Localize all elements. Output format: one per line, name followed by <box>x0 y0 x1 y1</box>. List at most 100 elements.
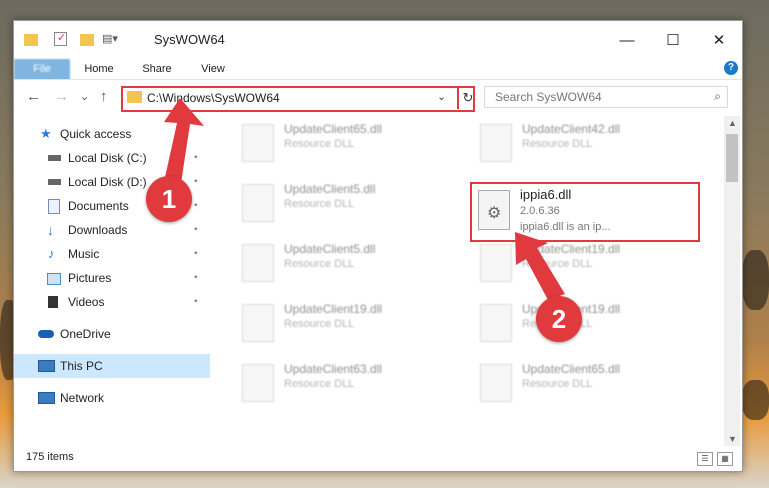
maximize-button[interactable]: ☐ <box>650 21 696 59</box>
title-bar: ✓ ▤▾ SysWOW64 — ☐ ✕ <box>14 21 742 59</box>
sidebar-item-pictures[interactable]: Pictures ▪ <box>14 266 210 290</box>
list-item[interactable]: UpdateClient19.dll Resource DLL <box>480 300 700 346</box>
file-list: UpdateClient65.dll Resource DLL UpdateCl… <box>222 116 727 441</box>
file-type: Resource DLL <box>522 378 593 390</box>
status-bar: 175 items ☰ ▦ <box>14 447 742 471</box>
scroll-thumb[interactable] <box>726 134 738 182</box>
folder-icon <box>127 91 142 103</box>
sidebar-item-label: Downloads <box>68 223 128 237</box>
drive-icon <box>48 155 61 161</box>
step-2-badge: 2 <box>536 296 582 342</box>
dll-file-icon <box>480 244 512 282</box>
file-name: UpdateClient5.dll <box>284 182 376 196</box>
search-box[interactable]: Search SysWOW64 ⌕ <box>484 86 728 108</box>
music-icon: ♪ <box>48 246 55 261</box>
sidebar-item-label: This PC <box>60 359 103 373</box>
pin-icon[interactable]: ▪ <box>194 146 198 170</box>
address-bar[interactable]: C:\Windows\SysWOW64 ⌄ ↻ <box>121 86 475 112</box>
download-icon: ↓ <box>47 222 54 238</box>
file-type: Resource DLL <box>284 318 355 330</box>
list-item[interactable]: UpdateClient5.dll Resource DLL <box>242 240 462 286</box>
sidebar-item-network[interactable]: Network <box>14 386 210 410</box>
sidebar-item-label: Local Disk (D:) <box>68 175 147 189</box>
sidebar-item-label: Local Disk (C:) <box>68 151 147 165</box>
scroll-up-icon[interactable]: ▲ <box>728 118 737 128</box>
dll-file-icon <box>242 184 274 222</box>
large-icons-view-icon[interactable]: ▦ <box>717 452 733 466</box>
new-folder-icon[interactable] <box>80 34 94 46</box>
up-button[interactable]: ↑ <box>100 88 108 105</box>
forward-button[interactable]: → <box>54 88 69 105</box>
file-description: ippia6.dll is an ip... <box>520 221 611 233</box>
file-type: Resource DLL <box>522 138 593 150</box>
sidebar-item-this-pc[interactable]: This PC <box>14 354 210 378</box>
close-button[interactable]: ✕ <box>696 21 742 59</box>
sidebar-item-label: Pictures <box>68 271 112 285</box>
scroll-down-icon[interactable]: ▼ <box>728 434 737 444</box>
sidebar-item-quick-access[interactable]: ★ Quick access <box>14 122 210 146</box>
file-name: ippia6.dll <box>520 187 572 202</box>
list-item[interactable]: UpdateClient19.dll Resource DLL <box>480 240 700 286</box>
recent-locations-button[interactable]: ⌄ <box>80 90 89 103</box>
tab-share[interactable]: Share <box>134 59 180 79</box>
vertical-scrollbar[interactable]: ▲ ▼ <box>724 116 740 446</box>
address-dropdown-icon[interactable]: ⌄ <box>437 90 446 103</box>
file-type: Resource DLL <box>284 378 355 390</box>
ribbon-tabs: File Home Share View ? <box>14 59 742 105</box>
list-item[interactable]: UpdateClient19.dll Resource DLL <box>242 300 462 346</box>
file-version: 2.0.6.36 <box>520 205 560 217</box>
pin-icon[interactable]: ▪ <box>194 266 198 290</box>
dll-file-icon <box>480 364 512 402</box>
help-icon[interactable]: ? <box>724 61 738 75</box>
sidebar-item-label: Network <box>60 391 105 405</box>
list-item[interactable]: UpdateClient42.dll Resource DLL <box>480 120 700 166</box>
dll-file-icon: ⚙ <box>478 190 510 230</box>
dll-file-icon <box>480 124 512 162</box>
computer-icon <box>38 360 55 372</box>
network-icon <box>38 392 55 404</box>
file-name: UpdateClient19.dll <box>284 302 383 316</box>
details-view-icon[interactable]: ☰ <box>697 452 713 466</box>
sidebar-item-music[interactable]: ♪ Music ▪ <box>14 242 210 266</box>
sidebar-item-videos[interactable]: Videos ▪ <box>14 290 210 314</box>
dll-file-icon <box>242 364 274 402</box>
pin-icon[interactable]: ▪ <box>194 218 198 242</box>
search-input[interactable]: Search SysWOW64 <box>495 90 602 104</box>
list-item[interactable]: UpdateClient63.dll Resource DLL <box>242 360 462 406</box>
dll-file-icon <box>242 304 274 342</box>
sidebar-item-downloads[interactable]: ↓ Downloads ▪ <box>14 218 210 242</box>
refresh-button[interactable]: ↻ <box>457 87 477 109</box>
file-name: UpdateClient63.dll <box>284 362 383 376</box>
back-button[interactable]: ← <box>26 88 41 105</box>
search-icon[interactable]: ⌕ <box>714 89 721 104</box>
properties-icon[interactable]: ✓ <box>54 32 67 46</box>
documents-icon <box>48 199 60 214</box>
tab-home[interactable]: Home <box>76 59 122 79</box>
file-type: Resource DLL <box>284 138 355 150</box>
step-1-badge: 1 <box>146 176 192 222</box>
list-item[interactable]: UpdateClient5.dll Resource DLL <box>242 180 462 226</box>
file-name: UpdateClient65.dll <box>522 362 621 376</box>
sidebar-item-label: OneDrive <box>60 327 111 341</box>
sidebar-item-label: Videos <box>68 295 105 309</box>
navigation-pane: ★ Quick access Local Disk (C:) ▪ Local D… <box>14 116 210 441</box>
explorer-window: ✓ ▤▾ SysWOW64 — ☐ ✕ File Home Share View… <box>13 20 743 472</box>
file-type: Resource DLL <box>284 258 355 270</box>
pin-icon[interactable]: ▪ <box>194 170 198 194</box>
highlighted-file-ippia6[interactable]: ⚙ ippia6.dll 2.0.6.36 ippia6.dll is an i… <box>470 182 700 242</box>
minimize-button[interactable]: — <box>604 21 650 59</box>
sidebar-item-label: Music <box>68 247 100 261</box>
sidebar-item-local-disk-c[interactable]: Local Disk (C:) ▪ <box>14 146 210 170</box>
address-path[interactable]: C:\Windows\SysWOW64 <box>147 91 280 105</box>
pin-icon[interactable]: ▪ <box>194 290 198 314</box>
pin-icon[interactable]: ▪ <box>194 194 198 218</box>
list-item[interactable]: UpdateClient65.dll Resource DLL <box>242 120 462 166</box>
dll-file-icon <box>242 244 274 282</box>
tab-view[interactable]: View <box>190 59 236 79</box>
pin-icon[interactable]: ▪ <box>194 242 198 266</box>
file-type: Resource DLL <box>522 258 593 270</box>
customize-toolbar-icon[interactable]: ▤▾ <box>102 32 118 46</box>
list-item[interactable]: UpdateClient65.dll Resource DLL <box>480 360 700 406</box>
sidebar-item-onedrive[interactable]: OneDrive <box>14 322 210 346</box>
sidebar-item-label: Documents <box>68 199 129 213</box>
